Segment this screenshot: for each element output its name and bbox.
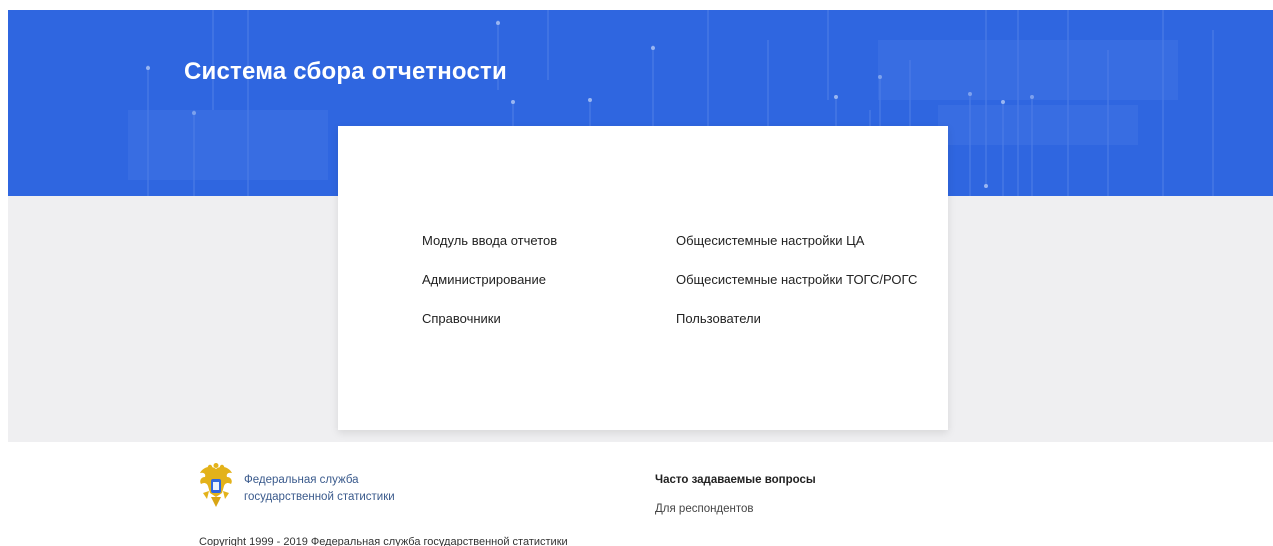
double-headed-eagle-emblem-icon[interactable]	[197, 463, 235, 509]
org-name-line1: Федеральная служба	[244, 474, 359, 486]
menu-link-administration[interactable]: Администрирование	[422, 272, 557, 288]
org-name-line2: государственной статистики	[244, 491, 395, 503]
menu-link-system-settings-ca[interactable]: Общесистемные настройки ЦА	[676, 233, 917, 249]
menu-link-system-settings-togs[interactable]: Общесистемные настройки ТОГС/РОГС	[676, 272, 917, 288]
menu-column-right: Общесистемные настройки ЦА Общесистемные…	[676, 233, 917, 350]
org-name[interactable]: Федеральная служба государственной стати…	[244, 472, 395, 506]
faq-heading: Часто задаваемые вопросы	[655, 474, 816, 486]
menu-link-users[interactable]: Пользователи	[676, 311, 917, 327]
page-title: Система сбора отчетности	[184, 58, 507, 85]
menu-card: Модуль ввода отчетов Администрирование С…	[338, 126, 948, 430]
menu-column-left: Модуль ввода отчетов Администрирование С…	[422, 233, 557, 350]
page: Система сбора отчетности Модуль ввода от…	[0, 0, 1273, 546]
menu-link-directories[interactable]: Справочники	[422, 311, 557, 327]
menu-link-report-input[interactable]: Модуль ввода отчетов	[422, 233, 557, 249]
copyright-text: Copyright 1999 - 2019 Федеральная служба…	[199, 536, 568, 546]
faq-respondents-link[interactable]: Для респондентов	[655, 503, 754, 515]
